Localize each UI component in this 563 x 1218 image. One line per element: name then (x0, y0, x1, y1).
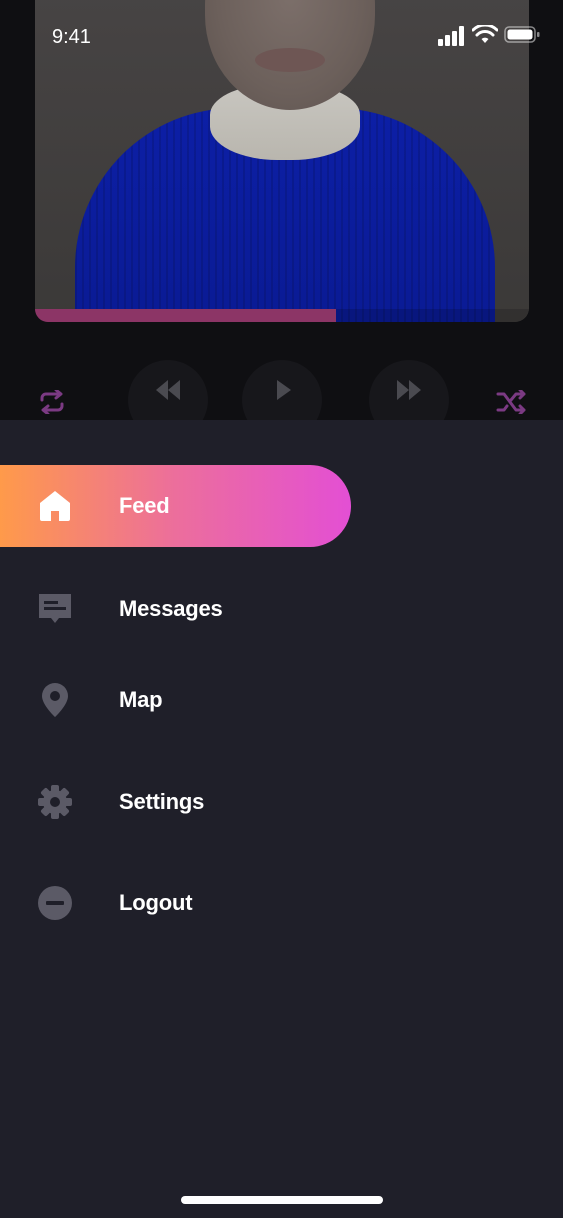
menu-item-feed[interactable]: Feed (0, 465, 351, 547)
playback-controls (0, 360, 563, 420)
menu-item-label: Feed (119, 493, 170, 518)
player-area: 9:41 (0, 0, 563, 420)
status-time: 9:41 (52, 26, 91, 48)
play-icon (277, 380, 291, 400)
rewind-icon (156, 380, 180, 400)
menu-item-label: Map (119, 687, 163, 712)
wifi-icon (472, 25, 498, 43)
playback-progress-fill (35, 309, 337, 322)
home-indicator (181, 1196, 383, 1204)
gear-icon (37, 784, 73, 820)
message-icon (37, 591, 73, 627)
location-pin-icon (37, 682, 73, 718)
shuffle-icon[interactable] (496, 390, 528, 414)
playback-progress-bar[interactable] (35, 309, 529, 322)
navigation-drawer: Feed Messages Map Settings Logout (0, 420, 563, 1218)
menu-item-settings[interactable]: Settings (0, 761, 351, 843)
repeat-icon[interactable] (36, 390, 68, 414)
fast-forward-icon (397, 380, 421, 400)
menu-item-messages[interactable]: Messages (0, 568, 351, 650)
signal-icon (438, 26, 464, 46)
battery-icon (504, 26, 540, 43)
menu-item-logout[interactable]: Logout (0, 862, 351, 944)
minus-circle-icon (37, 885, 73, 921)
fast-forward-button[interactable] (369, 360, 449, 420)
rewind-button[interactable] (128, 360, 208, 420)
menu-item-label: Messages (119, 596, 223, 621)
menu-item-label: Logout (119, 890, 193, 915)
menu-item-label: Settings (119, 789, 205, 814)
play-button[interactable] (242, 360, 322, 420)
menu-item-map[interactable]: Map (0, 659, 351, 741)
album-artwork (35, 0, 529, 322)
home-icon (37, 488, 73, 524)
